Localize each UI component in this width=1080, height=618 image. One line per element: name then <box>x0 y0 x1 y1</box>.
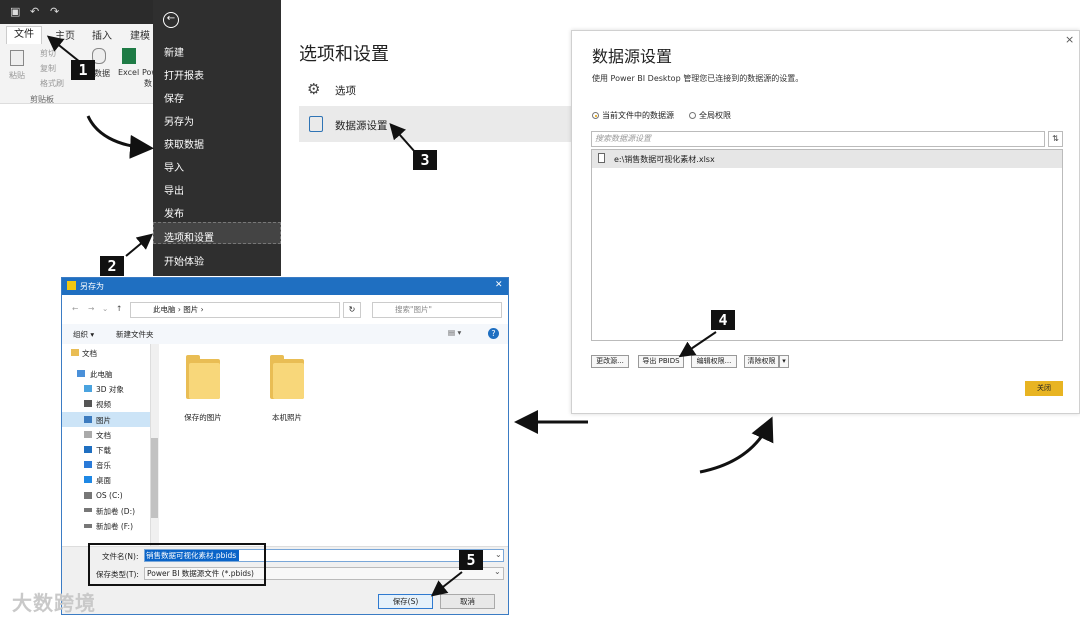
arrow-step-1 <box>46 35 81 63</box>
step-badge-5: 5 <box>459 550 483 570</box>
watermark: 大数跨境 <box>12 591 96 615</box>
arrow-curve-up <box>699 416 774 474</box>
step-badge-1: 1 <box>71 60 95 80</box>
arrow-curve-to-menu <box>86 115 154 159</box>
tutorial-composite: ▣ ↶ ↷ 主页 插入 建模 文件 粘贴 剪切 复制 格式刷 剪贴板 数据 Ex… <box>0 0 1080 618</box>
arrow-step-3 <box>389 123 416 153</box>
step-badge-2: 2 <box>100 256 124 276</box>
step-badge-4: 4 <box>711 310 735 330</box>
tutorial-arrows <box>46 35 774 597</box>
arrow-step-4 <box>678 331 717 358</box>
step-badge-3: 3 <box>413 150 437 170</box>
arrow-step-5 <box>430 571 463 597</box>
arrow-step-2 <box>125 233 154 257</box>
